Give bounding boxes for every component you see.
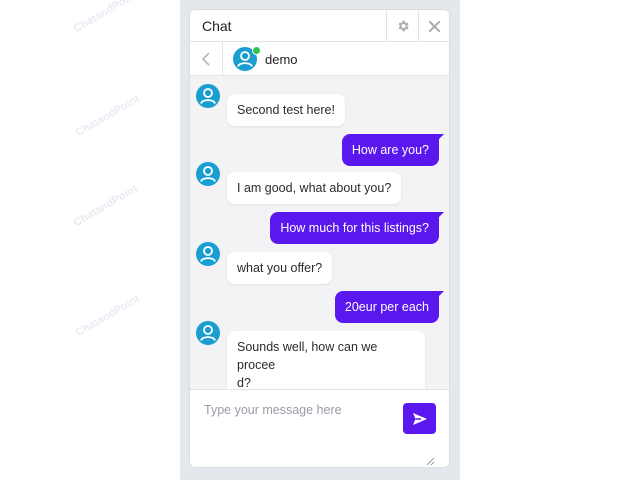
close-button[interactable] xyxy=(418,10,449,42)
message-list: Second test here! How are you? I am good… xyxy=(190,76,449,399)
outgoing-message: How are you? xyxy=(341,134,445,166)
message-composer xyxy=(190,389,449,467)
gear-icon xyxy=(398,20,409,32)
close-icon xyxy=(429,20,440,32)
online-status-indicator xyxy=(252,46,261,55)
user-avatar-icon xyxy=(196,242,220,266)
chat-widget: Chat demo Second test here! How are you?… xyxy=(189,9,450,468)
chat-header: Chat xyxy=(190,10,449,42)
send-button[interactable] xyxy=(403,403,436,434)
settings-button[interactable] xyxy=(386,10,418,42)
user-avatar-icon xyxy=(196,84,220,108)
resize-grip-icon[interactable] xyxy=(426,457,435,466)
back-button[interactable] xyxy=(190,42,223,76)
user-avatar-icon xyxy=(196,162,220,186)
contact-name: demo xyxy=(265,52,298,67)
incoming-message: I am good, what about you? xyxy=(227,172,402,204)
incoming-message: Second test here! xyxy=(227,94,345,126)
user-avatar-icon xyxy=(196,321,220,345)
outgoing-message: How much for this listings? xyxy=(270,212,444,244)
incoming-message: what you offer? xyxy=(227,252,333,284)
chevron-left-icon xyxy=(202,52,210,66)
screen: ChatandPoint ChatandPoint ChatandPoint C… xyxy=(0,0,640,480)
conversation-header: demo xyxy=(190,42,449,76)
chat-title: Chat xyxy=(202,18,232,34)
outgoing-message: 20eur per each xyxy=(334,291,445,323)
send-icon xyxy=(412,412,427,425)
